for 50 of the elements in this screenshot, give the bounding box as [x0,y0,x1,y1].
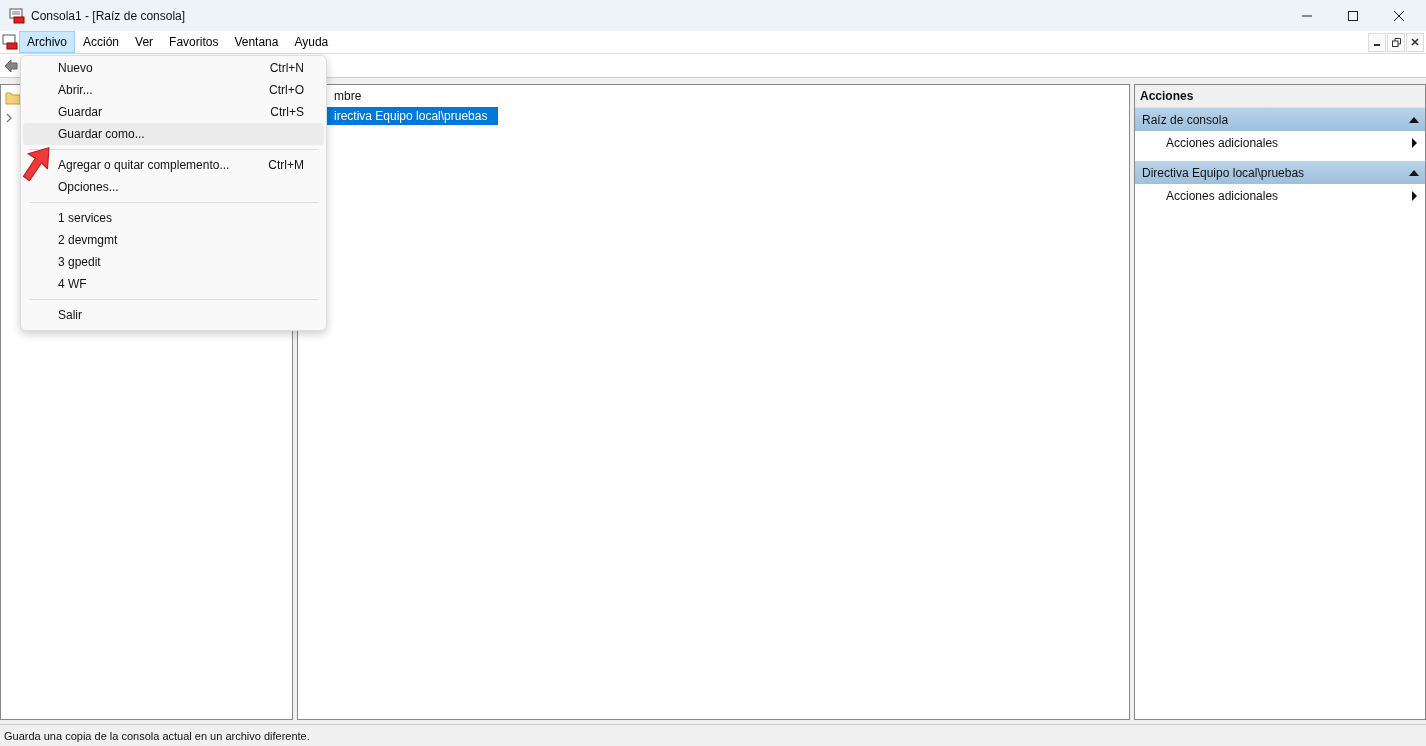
option-label: 4 WF [58,277,87,291]
folder-icon [5,91,21,105]
console-icon [9,7,25,24]
section-title: Raíz de consola [1142,112,1229,127]
option-label: 3 gpedit [58,255,101,269]
actions-header: Acciones [1135,85,1425,108]
option-label: 2 devmgmt [58,233,118,247]
option-label: 1 services [58,211,113,225]
collapse-icon[interactable] [1409,169,1419,176]
menu-item[interactable]: Ayuda [286,31,337,53]
section-header[interactable]: Directiva Equipo local\pruebas [1135,161,1425,184]
menu-option[interactable]: Guardar como... [23,123,324,145]
action-item[interactable]: Acciones adicionales [1135,184,1425,208]
maximize-icon [1348,10,1358,21]
chevron-icon[interactable] [5,113,13,123]
menu-item[interactable]: Acción [75,31,128,53]
option-label: Agregar o quitar complemento... [58,158,230,172]
close-icon [1411,38,1419,46]
shortcut-text: Ctrl+M [268,158,304,172]
menu-item[interactable]: Ver [127,31,162,53]
close-button[interactable] [1406,32,1424,52]
option-label: Salir [58,308,82,322]
console-icon[interactable] [2,34,18,50]
option-label: Guardar [58,105,103,119]
menu-item[interactable]: Favoritos [161,31,227,53]
menu-item[interactable]: Ventana [226,31,287,53]
section-header[interactable]: Raíz de consola [1135,108,1425,131]
window-title: Consola1 - [Raíz de consola] [31,8,186,23]
minimize-button[interactable] [1368,32,1386,52]
action-label: Acciones adicionales [1166,189,1279,203]
option-label: Opciones... [58,180,119,194]
restore-icon [1391,37,1401,47]
shortcut-text: Ctrl+N [269,61,304,75]
status-text: Guarda una copia de la consola actual en un archivo diferente. [4,729,310,742]
action-item[interactable]: Acciones adicionales [1135,131,1425,155]
column-header[interactable]: mbre [334,89,362,103]
shortcut-text: Ctrl+O [269,83,304,97]
option-label: Abrir... [58,83,93,97]
option-label: Guardar como... [58,127,145,141]
section-title: Directiva Equipo local\pruebas [1142,165,1305,180]
pointer-arrow [22,146,52,184]
option-label: Nuevo [58,61,93,75]
collapse-icon[interactable] [1409,116,1419,123]
restore-button[interactable] [1387,32,1405,52]
menu-item[interactable]: Archivo [19,31,75,53]
submenu-arrow-icon [1412,138,1417,148]
close-icon [1394,10,1404,21]
action-label: Acciones adicionales [1166,136,1279,150]
submenu-arrow-icon [1412,191,1417,201]
back-arrow-icon [4,58,18,73]
